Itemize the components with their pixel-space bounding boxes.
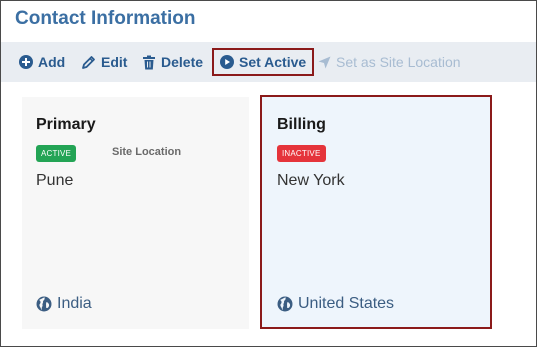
address-card-primary[interactable]: Primary ACTIVE Site Location Pune India — [22, 97, 249, 329]
location-arrow-icon — [318, 56, 331, 68]
contact-information-panel: Contact Information Add Edit Delete Set … — [0, 0, 537, 347]
card-city: New York — [277, 172, 345, 189]
plus-circle-icon — [19, 55, 33, 69]
edit-button[interactable]: Edit — [81, 49, 127, 75]
card-city: Pune — [36, 172, 74, 189]
site-location-label: Site Location — [112, 146, 182, 158]
address-card-billing[interactable]: Billing INACTIVE New York United States — [260, 95, 492, 329]
card-country: India — [36, 295, 92, 313]
globe-icon — [277, 296, 293, 312]
address-cards: Primary ACTIVE Site Location Pune India … — [1, 82, 536, 346]
card-country: United States — [277, 295, 394, 313]
delete-button[interactable]: Delete — [142, 49, 203, 75]
set-active-button[interactable]: Set Active — [212, 48, 315, 76]
card-country-label: United States — [298, 295, 395, 312]
delete-button-label: Delete — [161, 54, 204, 70]
edit-button-label: Edit — [101, 54, 128, 70]
globe-icon — [36, 296, 52, 312]
status-badge: INACTIVE — [277, 145, 326, 162]
play-circle-icon — [220, 55, 234, 69]
add-button[interactable]: Add — [19, 49, 65, 75]
card-title: Billing — [277, 116, 326, 133]
card-country-label: India — [57, 295, 92, 312]
pencil-icon — [82, 55, 95, 69]
page-title: Contact Information — [15, 8, 196, 29]
add-button-label: Add — [38, 54, 66, 70]
set-as-site-location-button[interactable]: Set as Site Location — [318, 49, 461, 75]
set-as-site-location-label: Set as Site Location — [336, 54, 461, 70]
toolbar: Add Edit Delete Set Active Set as Site L… — [1, 42, 536, 82]
card-title: Primary — [36, 116, 96, 133]
trash-icon — [143, 55, 155, 69]
status-badge: ACTIVE — [36, 145, 77, 162]
set-active-button-label: Set Active — [239, 54, 307, 70]
